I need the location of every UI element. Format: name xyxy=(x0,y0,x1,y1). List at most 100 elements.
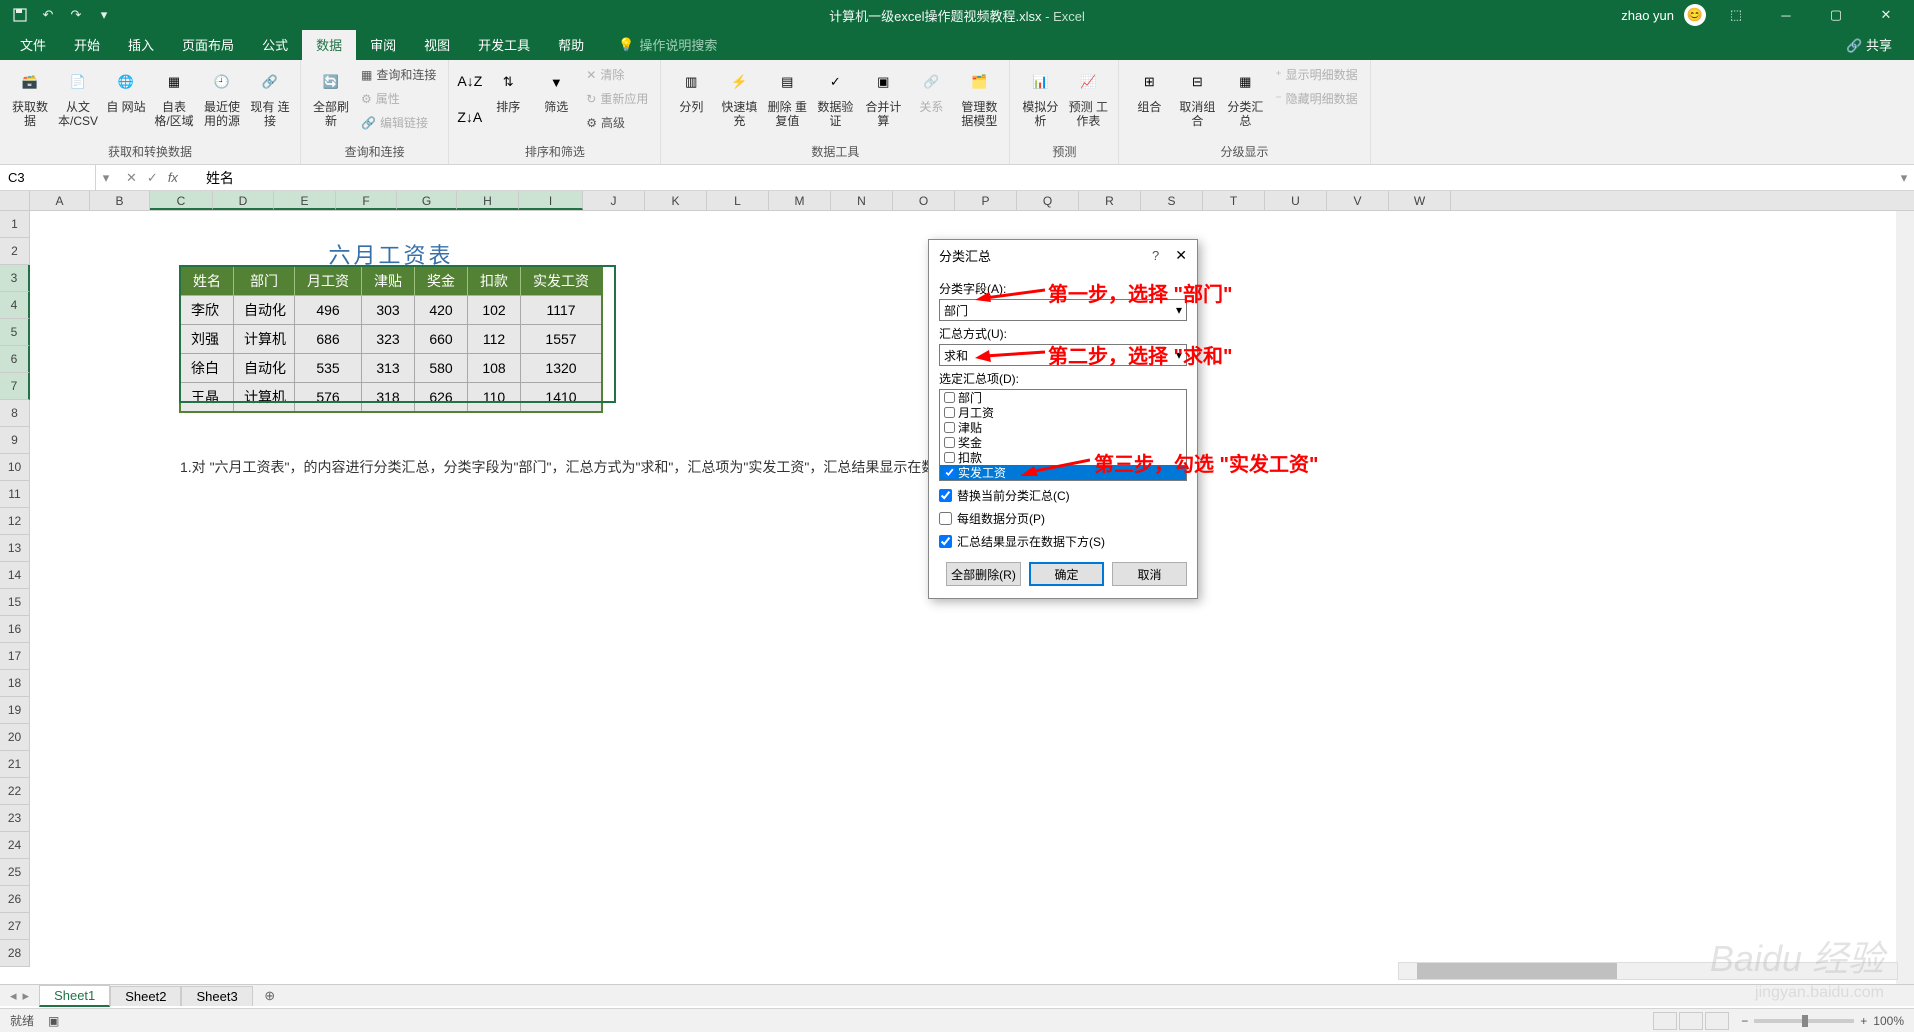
recent-sources-button[interactable]: 🕘最近使 用的源 xyxy=(200,64,244,131)
col-header[interactable]: W xyxy=(1389,191,1451,210)
refresh-all-button[interactable]: 🔄全部刷新 xyxy=(309,64,353,131)
row-header[interactable]: 9 xyxy=(0,427,30,454)
row-header[interactable]: 7 xyxy=(0,373,30,400)
col-header[interactable]: M xyxy=(769,191,831,210)
row-header[interactable]: 1 xyxy=(0,211,30,238)
col-header[interactable]: H xyxy=(457,191,519,210)
tab-formula[interactable]: 公式 xyxy=(248,29,302,60)
cancel-formula-icon[interactable]: ✕ xyxy=(126,170,137,186)
row-header[interactable]: 28 xyxy=(0,940,30,967)
tab-insert[interactable]: 插入 xyxy=(114,29,168,60)
text-to-columns-button[interactable]: ▥分列 xyxy=(669,64,713,116)
sheet-tab-3[interactable]: Sheet3 xyxy=(181,986,252,1006)
remove-all-button[interactable]: 全部删除(R) xyxy=(946,562,1021,586)
user-name[interactable]: zhao yun xyxy=(1621,8,1674,23)
tab-file[interactable]: 文件 xyxy=(6,29,60,60)
save-icon[interactable] xyxy=(10,5,30,25)
col-header[interactable]: A xyxy=(30,191,90,210)
what-if-button[interactable]: 📊模拟分析 xyxy=(1018,64,1062,131)
data-validation-button[interactable]: ✓数据验 证 xyxy=(813,64,857,131)
tab-review[interactable]: 审阅 xyxy=(356,29,410,60)
filter-button[interactable]: ▼筛选 xyxy=(534,64,578,116)
macro-record-icon[interactable]: ▣ xyxy=(48,1014,59,1028)
vertical-scrollbar[interactable] xyxy=(1896,211,1914,985)
select-all-button[interactable] xyxy=(0,191,30,210)
data-model-button[interactable]: 🗂️管理数 据模型 xyxy=(957,64,1001,131)
page-break-check[interactable]: 每组数据分页(P) xyxy=(939,510,1187,527)
sort-button[interactable]: ⇅排序 xyxy=(486,64,530,116)
replace-check[interactable]: 替换当前分类汇总(C) xyxy=(939,487,1187,504)
advanced-button[interactable]: ⚙ 高级 xyxy=(582,112,652,133)
row-header[interactable]: 14 xyxy=(0,562,30,589)
list-item[interactable]: 月工资 xyxy=(940,405,1186,420)
remove-dup-button[interactable]: ▤删除 重复值 xyxy=(765,64,809,131)
tell-me-search[interactable]: 💡 操作说明搜索 xyxy=(608,29,727,60)
zoom-level[interactable]: 100% xyxy=(1873,1014,1904,1028)
fx-icon[interactable]: fx xyxy=(168,170,186,185)
col-header[interactable]: T xyxy=(1203,191,1265,210)
ungroup-button[interactable]: ⊟取消组合 xyxy=(1175,64,1219,131)
sort-za-button[interactable]: Z↓A xyxy=(457,109,482,125)
page-break-button[interactable] xyxy=(1705,1012,1729,1030)
col-header[interactable]: V xyxy=(1327,191,1389,210)
col-header[interactable]: U xyxy=(1265,191,1327,210)
col-header[interactable]: O xyxy=(893,191,955,210)
forecast-button[interactable]: 📈预测 工作表 xyxy=(1066,64,1110,131)
normal-view-button[interactable] xyxy=(1653,1012,1677,1030)
row-header[interactable]: 13 xyxy=(0,535,30,562)
prev-sheet-icon[interactable]: ◂ xyxy=(10,988,17,1004)
minimize-icon[interactable]: ─ xyxy=(1766,0,1806,30)
from-csv-button[interactable]: 📄从文 本/CSV xyxy=(56,64,100,131)
get-data-button[interactable]: 🗃️获取数 据 xyxy=(8,64,52,131)
row-header[interactable]: 17 xyxy=(0,643,30,670)
user-avatar[interactable]: 😊 xyxy=(1684,4,1706,26)
tab-home[interactable]: 开始 xyxy=(60,29,114,60)
ok-button[interactable]: 确定 xyxy=(1029,562,1104,586)
enter-formula-icon[interactable]: ✓ xyxy=(147,170,158,186)
row-header[interactable]: 8 xyxy=(0,400,30,427)
col-header[interactable]: R xyxy=(1079,191,1141,210)
row-header[interactable]: 22 xyxy=(0,778,30,805)
dialog-help-icon[interactable]: ? xyxy=(1152,248,1159,263)
row-header[interactable]: 5 xyxy=(0,319,30,346)
expand-formula-icon[interactable]: ▾ xyxy=(1894,170,1914,186)
col-header[interactable]: B xyxy=(90,191,150,210)
name-box[interactable]: C3 xyxy=(0,165,96,190)
cancel-button[interactable]: 取消 xyxy=(1112,562,1187,586)
row-header[interactable]: 21 xyxy=(0,751,30,778)
col-header[interactable]: F xyxy=(336,191,397,210)
row-header[interactable]: 25 xyxy=(0,859,30,886)
existing-conn-button[interactable]: 🔗现有 连接 xyxy=(248,64,292,131)
col-header[interactable]: P xyxy=(955,191,1017,210)
col-header[interactable]: I xyxy=(519,191,583,210)
zoom-out-button[interactable]: − xyxy=(1741,1014,1748,1028)
col-header[interactable]: K xyxy=(645,191,707,210)
zoom-slider[interactable] xyxy=(1754,1019,1854,1023)
undo-icon[interactable]: ↶ xyxy=(38,5,58,25)
tab-help[interactable]: 帮助 xyxy=(544,29,598,60)
ribbon-options-icon[interactable]: ⬚ xyxy=(1716,0,1756,30)
redo-icon[interactable]: ↷ xyxy=(66,5,86,25)
tab-dev[interactable]: 开发工具 xyxy=(464,29,544,60)
row-header[interactable]: 24 xyxy=(0,832,30,859)
add-sheet-button[interactable]: ⊕ xyxy=(259,988,281,1004)
col-header[interactable]: G xyxy=(397,191,457,210)
close-icon[interactable]: ✕ xyxy=(1866,0,1906,30)
col-header[interactable]: D xyxy=(213,191,274,210)
zoom-in-button[interactable]: + xyxy=(1860,1014,1867,1028)
row-header[interactable]: 6 xyxy=(0,346,30,373)
col-header[interactable]: C xyxy=(150,191,213,210)
list-item[interactable]: 部门 xyxy=(940,390,1186,405)
row-header[interactable]: 11 xyxy=(0,481,30,508)
flash-fill-button[interactable]: ⚡快速填充 xyxy=(717,64,761,131)
tab-data[interactable]: 数据 xyxy=(302,29,356,60)
row-header[interactable]: 19 xyxy=(0,697,30,724)
summary-below-check[interactable]: 汇总结果显示在数据下方(S) xyxy=(939,533,1187,550)
subtotal-button[interactable]: ▦分类汇总 xyxy=(1223,64,1267,131)
row-header[interactable]: 18 xyxy=(0,670,30,697)
sheet-tab-1[interactable]: Sheet1 xyxy=(39,985,110,1007)
share-button[interactable]: 🔗 共享 xyxy=(1836,29,1902,60)
dialog-close-icon[interactable]: ✕ xyxy=(1175,247,1187,264)
row-header[interactable]: 20 xyxy=(0,724,30,751)
from-web-button[interactable]: 🌐自 网站 xyxy=(104,64,148,116)
